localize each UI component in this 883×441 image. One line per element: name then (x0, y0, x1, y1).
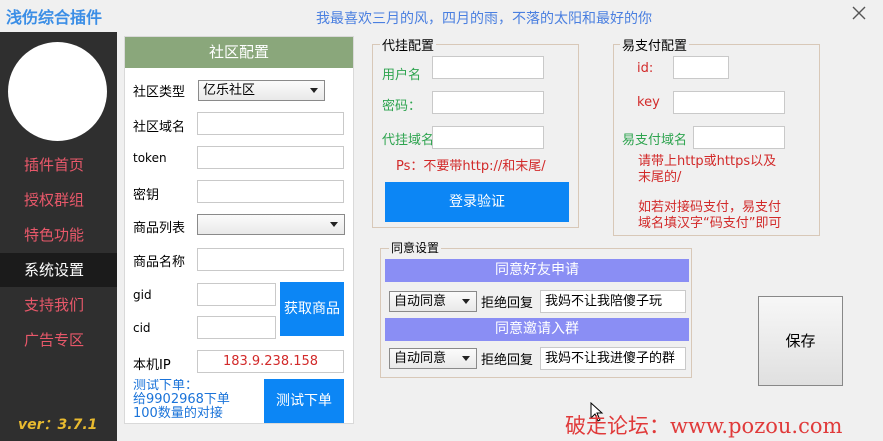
secret-label: 密钥 (133, 188, 160, 203)
avatar (8, 42, 107, 141)
chevron-down-icon (310, 88, 318, 93)
community-header: 社区配置 (125, 37, 353, 68)
community-type-label: 社区类型 (133, 85, 186, 100)
sidebar-item-ads[interactable]: 广告专区 (0, 323, 117, 357)
goods-list-label: 商品列表 (133, 221, 186, 236)
friend-consent-value: 自动同意 (394, 294, 447, 309)
cid-input[interactable] (197, 316, 276, 339)
login-verify-button[interactable]: 登录验证 (385, 182, 569, 222)
friend-reject-reply-input[interactable]: 我妈不让我陪傻子玩 (540, 290, 686, 313)
ip-label: 本机IP (133, 358, 171, 373)
proxy-password-label: 密码： (382, 99, 422, 114)
sidebar-item-home[interactable]: 插件首页 (0, 148, 117, 182)
version-label: ver：3.7.1 (18, 417, 98, 433)
group-reject-label: 拒绝回复 (481, 353, 534, 368)
close-icon[interactable] (852, 6, 866, 20)
proxy-user-label: 用户名 (382, 68, 422, 83)
epay-config-title: 易支付配置 (620, 35, 690, 54)
epay-note-http: 请带上http或https以及 末尾的/ (638, 154, 777, 185)
proxy-config-title: 代挂配置 (380, 35, 437, 54)
consent-settings-title: 同意设置 (389, 239, 442, 256)
token-input[interactable] (197, 146, 344, 169)
save-button[interactable]: 保存 (758, 296, 843, 386)
friend-reject-label: 拒绝回复 (481, 296, 534, 311)
proxy-domain-label: 代挂域名 (382, 133, 435, 148)
sidebar-item-settings[interactable]: 系统设置 (0, 253, 117, 287)
friend-consent-select[interactable]: 自动同意 (389, 291, 477, 312)
group-consent-value: 自动同意 (394, 351, 447, 366)
group-consent-select[interactable]: 自动同意 (389, 348, 477, 369)
proxy-note: Ps：不要带http://和末尾/ (396, 159, 546, 174)
app-title: 浅伤综合插件 (6, 8, 103, 27)
community-type-select[interactable]: 亿乐社区 (198, 80, 325, 101)
group-invite-header: 同意邀请入群 (385, 318, 689, 341)
sidebar-item-features[interactable]: 特色功能 (0, 218, 117, 252)
motto-text: 我最喜欢三月的风，四月的雨，不落的太阳和最好的你 (316, 11, 652, 27)
get-goods-button[interactable]: 获取商品 (280, 282, 344, 336)
epay-note-code-pay: 如若对接码支付，易支付 域名填汉字“码支付”即可 (638, 200, 782, 231)
goods-name-input[interactable] (197, 248, 344, 271)
proxy-domain-input[interactable] (432, 126, 544, 149)
friend-request-header: 同意好友申请 (385, 259, 689, 282)
chevron-down-icon (462, 299, 470, 304)
gid-label: gid (133, 288, 152, 302)
test-order-note: 测试下单： 给9902968下单 100数量的对接 (133, 379, 230, 420)
epay-id-label: id: (637, 61, 654, 76)
epay-id-input[interactable] (673, 56, 729, 79)
test-order-button[interactable]: 测试下单 (264, 379, 344, 423)
goods-name-label: 商品名称 (133, 255, 186, 270)
epay-domain-label: 易支付域名 (622, 133, 688, 148)
ip-value: 183.9.238.158 (197, 350, 344, 373)
epay-domain-input[interactable] (693, 126, 785, 149)
sidebar-item-support[interactable]: 支持我们 (0, 288, 117, 322)
community-domain-label: 社区域名 (133, 120, 186, 135)
watermark-text: 破走论坛：www.pozou.com (565, 414, 843, 438)
goods-list-select[interactable] (197, 214, 345, 235)
proxy-password-input[interactable] (432, 91, 544, 114)
sidebar-item-auth-groups[interactable]: 授权群组 (0, 183, 117, 217)
group-reject-reply-input[interactable]: 我妈不让我进傻子的群 (540, 347, 686, 370)
community-domain-input[interactable] (197, 112, 344, 135)
chevron-down-icon (330, 222, 338, 227)
epay-key-input[interactable] (673, 91, 785, 114)
gid-input[interactable] (197, 283, 276, 306)
secret-input[interactable] (197, 180, 344, 203)
cid-label: cid (133, 321, 151, 335)
proxy-user-input[interactable] (432, 56, 544, 79)
token-label: token (133, 151, 167, 165)
community-type-value: 亿乐社区 (203, 83, 256, 98)
epay-key-label: key (637, 95, 660, 110)
chevron-down-icon (462, 356, 470, 361)
